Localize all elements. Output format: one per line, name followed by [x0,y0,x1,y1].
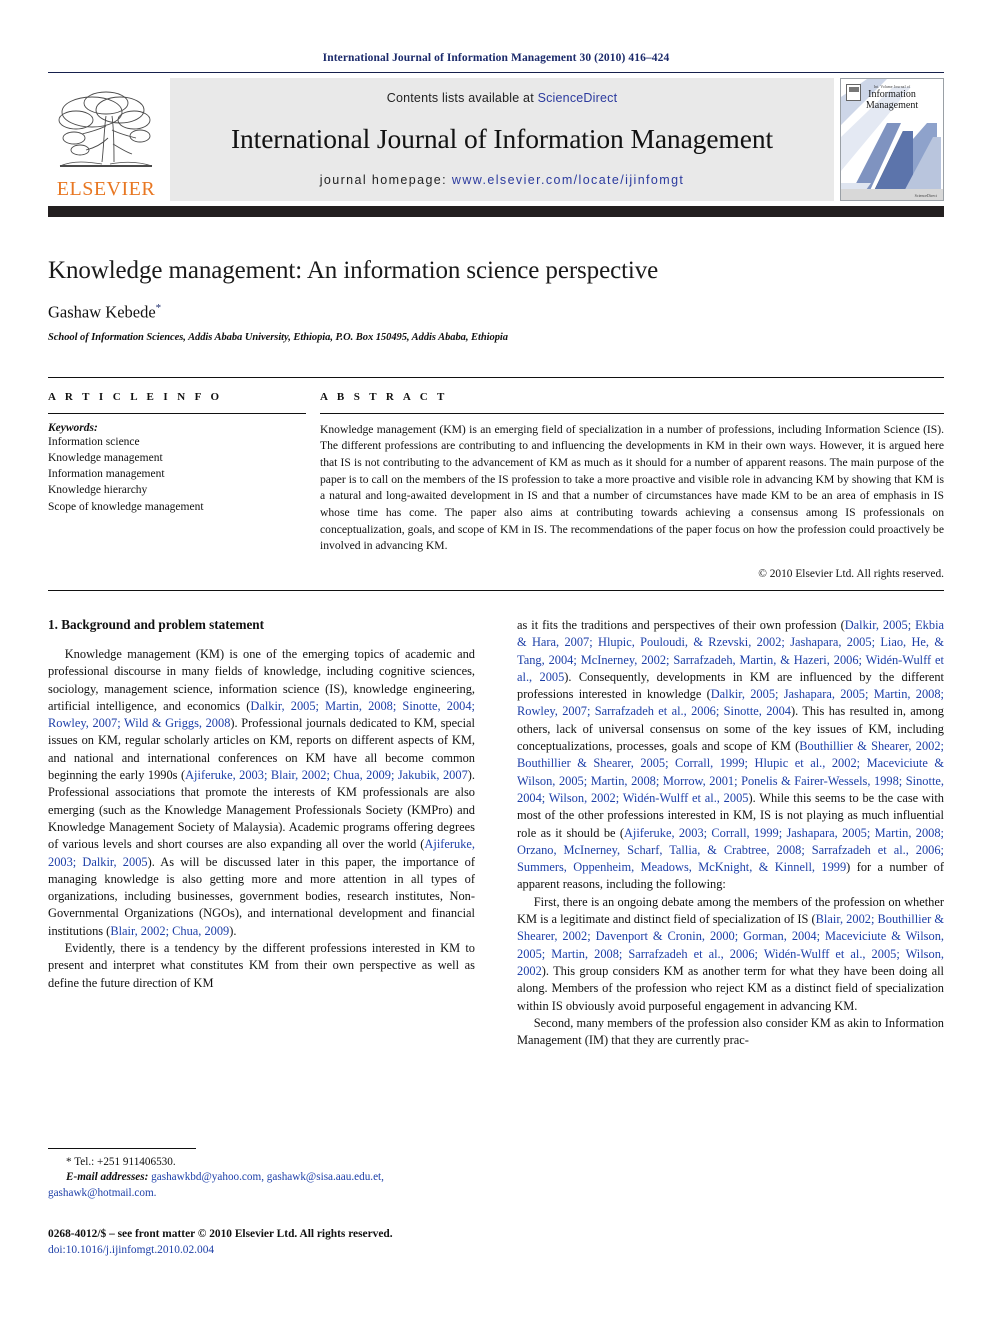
running-head-rule [48,72,944,73]
right-column-paragraphs: as it fits the traditions and perspectiv… [517,617,944,1049]
elsevier-logo: ELSEVIER [48,78,164,201]
body-paragraph: First, there is an ongoing debate among … [517,894,944,1015]
journal-banner: Contents lists available at ScienceDirec… [170,78,834,201]
journal-cover-thumbnail[interactable]: Int. Volume Journal of Information Manag… [840,78,944,201]
left-column-paragraphs: Knowledge management (KM) is one of the … [48,646,475,992]
keywords-list: Information science Knowledge management… [48,434,306,516]
body-column-left: 1. Background and problem statement Know… [48,617,475,1049]
cover-footer-band: ScienceDirect [841,189,943,200]
footnote-email: E-mail addresses: gashawkbd@yahoo.com, g… [48,1170,475,1201]
author-line: Gashaw Kebede* [48,302,944,323]
body-paragraph: Knowledge management (KM) is one of the … [48,646,475,940]
paragraph-text: as it fits the traditions and perspectiv… [517,618,845,632]
cover-title-line2: Management [865,100,919,112]
issn-block: 0268-4012/$ – see front matter © 2010 El… [48,1227,475,1258]
page-content: International Journal of Information Man… [48,0,944,1049]
email-label: E-mail addresses: [66,1171,149,1184]
cover-footer-label: ScienceDirect [914,193,937,198]
info-abstract-block: A R T I C L E I N F O Keywords: Informat… [48,376,944,591]
list-item: Knowledge hierarchy [48,484,148,497]
doi-line[interactable]: doi:10.1016/j.ijinfomgt.2010.02.004 [48,1243,475,1258]
running-head: International Journal of Information Man… [48,0,944,73]
body-column-right: as it fits the traditions and perspectiv… [517,617,944,1049]
body-paragraph: as it fits the traditions and perspectiv… [517,617,944,894]
copyright-line: © 2010 Elsevier Ltd. All rights reserved… [758,568,944,580]
paragraph-text: Evidently, there is a tendency by the di… [48,941,475,990]
list-item: Information science [48,435,140,448]
journal-homepage-line: journal homepage: www.elsevier.com/locat… [320,173,685,187]
footnote-rule [48,1148,196,1149]
paragraph-text: ). This group considers KM as another te… [517,963,944,1013]
citation-link[interactable]: Ajiferuke, 2003; Blair, 2002; Chua, 2009… [185,768,468,782]
sciencedirect-link[interactable]: ScienceDirect [538,91,618,105]
page-title: Knowledge management: An information sci… [48,257,659,284]
footnote-block: * Tel.: +251 911406530. E-mail addresses… [48,1148,475,1258]
keywords-label: Keywords: [48,421,98,434]
list-item: Knowledge management [48,451,163,464]
body-columns: 1. Background and problem statement Know… [48,617,944,1049]
cover-publisher-logo-icon [846,84,861,101]
article-info-rule [48,412,306,414]
article-info-column: A R T I C L E I N F O Keywords: Informat… [48,391,316,581]
footnote-telephone-text: Tel.: +251 911406530. [74,1156,176,1168]
abstract-text: Knowledge management (KM) is an emerging… [320,422,944,553]
paragraph-text: Second, many members of the profession a… [517,1015,944,1048]
journal-masthead: ELSEVIER Contents lists available at Sci… [48,78,944,201]
body-paragraph: Evidently, there is a tendency by the di… [48,940,475,992]
paragraph-text: ). [229,923,237,938]
paper-page: International Journal of Information Man… [0,0,992,1323]
elsevier-wordmark: ELSEVIER [56,178,156,200]
citation-link[interactable]: Blair, 2002; Chua, 2009 [110,924,229,938]
contents-available-prefix: Contents lists available at [386,91,534,105]
footnote-marker: * [66,1156,72,1168]
elsevier-tree-icon [58,91,153,167]
body-paragraph: Second, many members of the profession a… [517,1015,944,1050]
list-item: Information management [48,468,165,481]
masthead-divider-bar [48,206,944,217]
list-item: Scope of knowledge management [48,500,204,513]
journal-title: International Journal of Information Man… [230,123,774,155]
author-name: Gashaw Kebede [48,302,156,322]
corresponding-author-marker: * [155,302,162,314]
affiliation: School of Information Sciences, Addis Ab… [48,331,508,343]
journal-homepage-label: journal homepage: [319,173,448,187]
article-info-label: A R T I C L E I N F O [48,390,223,403]
abstract-column: A B S T R A C T Knowledge management (KM… [316,390,944,580]
footnote-telephone: * Tel.: +251 911406530. [48,1155,475,1170]
journal-homepage-url[interactable]: www.elsevier.com/locate/ijinfomgt [452,173,684,187]
abstract-rule [320,412,944,414]
abstract-label: A B S T R A C T [320,390,448,403]
running-head-text: International Journal of Information Man… [322,52,670,64]
contents-available-line: Contents lists available at ScienceDirec… [387,91,618,105]
title-block: Knowledge management: An information sci… [48,257,944,343]
section-heading: 1. Background and problem statement [48,617,265,632]
issn-line: 0268-4012/$ – see front matter © 2010 El… [48,1228,393,1241]
